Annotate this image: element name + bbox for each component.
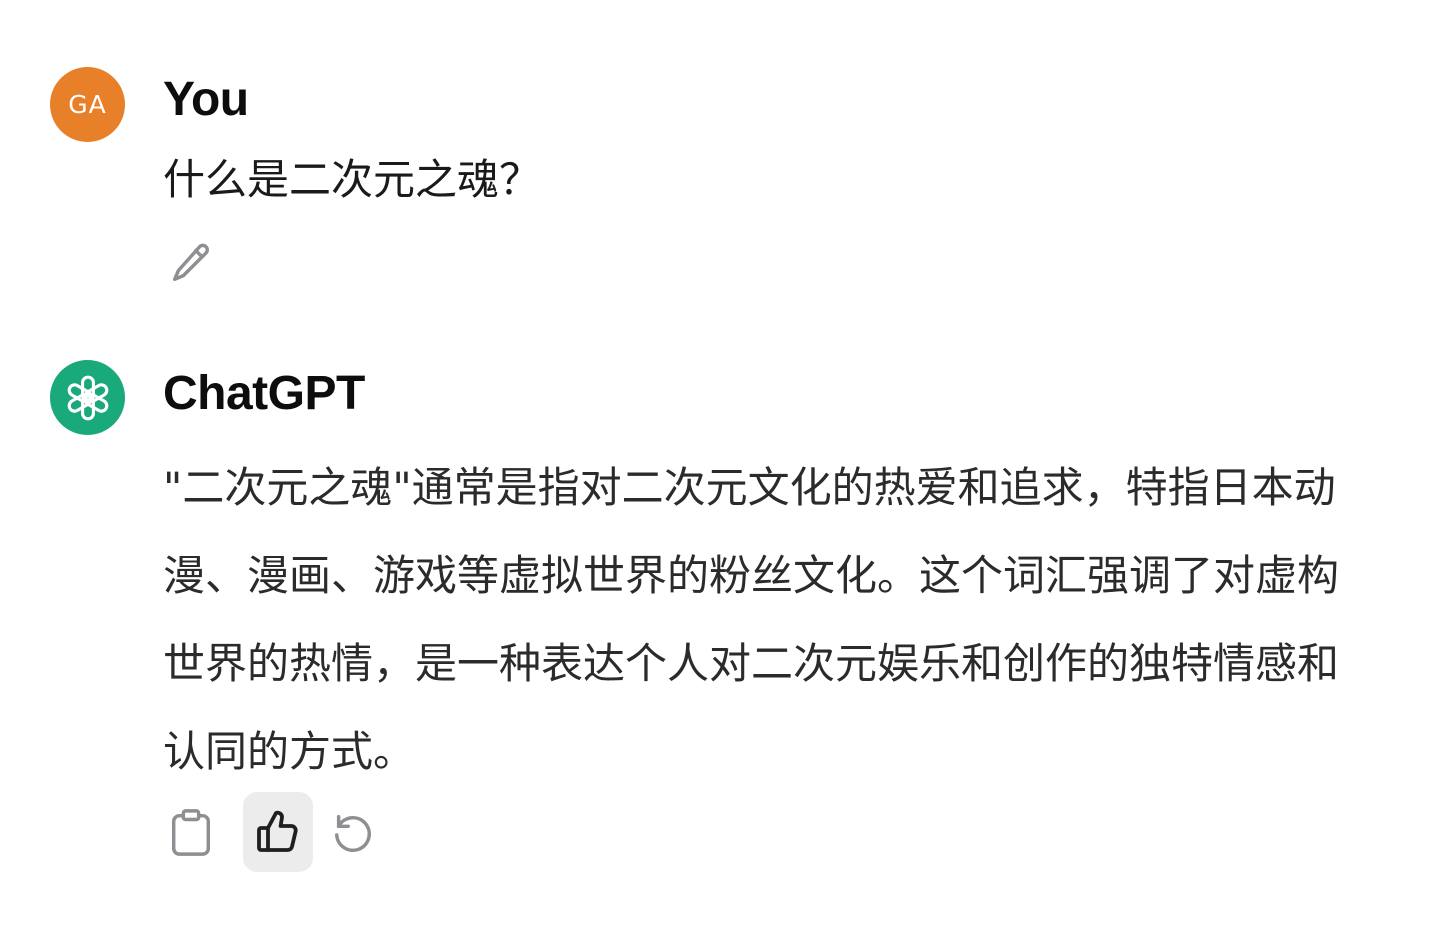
clipboard-icon: [171, 809, 211, 856]
assistant-avatar: [50, 360, 125, 435]
assistant-name: ChatGPT: [163, 367, 365, 420]
thumbs-up-button[interactable]: [243, 792, 313, 872]
pencil-icon: [172, 243, 209, 282]
regenerate-button[interactable]: [322, 800, 384, 866]
user-name: You: [163, 73, 249, 126]
user-message: 什么是二次元之魂？: [163, 155, 542, 204]
openai-logo-icon: [65, 375, 110, 420]
user-avatar-initials: GA: [68, 90, 107, 119]
edit-message-button[interactable]: [160, 232, 222, 294]
assistant-message: "二次元之魂"通常是指对二次元文化的热爱和追求，特指日本动漫、漫画、游戏等虚拟世…: [163, 463, 1340, 776]
thumbs-up-icon: [257, 810, 298, 852]
copy-button[interactable]: [160, 800, 222, 866]
user-avatar: GA: [50, 67, 125, 142]
regenerate-icon: [334, 814, 371, 852]
